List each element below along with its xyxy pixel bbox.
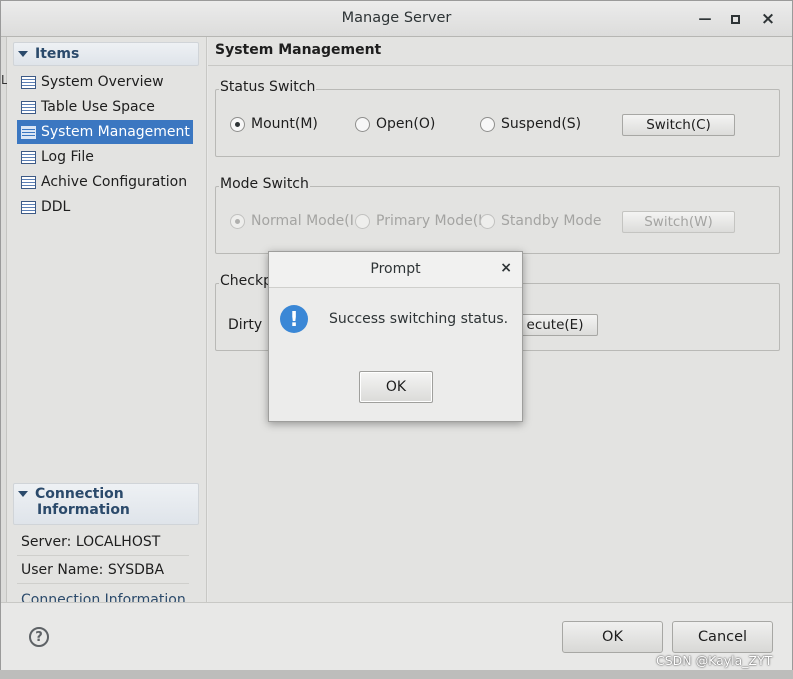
table-icon bbox=[21, 100, 36, 114]
title-divider bbox=[208, 65, 792, 66]
radio-label: Suspend(S) bbox=[501, 116, 582, 132]
radio-circle bbox=[355, 116, 370, 132]
prompt-ok-button[interactable]: OK bbox=[359, 371, 433, 403]
server-info: Server: LOCALHOST bbox=[17, 528, 189, 556]
status-switch-label: Status Switch bbox=[219, 79, 317, 95]
sidebar-item-ddl[interactable]: DDL bbox=[17, 195, 193, 219]
table-icon bbox=[21, 175, 36, 189]
collapse-triangle-icon bbox=[18, 491, 28, 497]
items-header-label: Items bbox=[35, 46, 80, 62]
close-button[interactable]: × bbox=[758, 9, 778, 29]
radio-label: Primary Mode(I bbox=[376, 213, 483, 229]
sidebar-item-log-file[interactable]: Log File bbox=[17, 145, 193, 169]
sidebar-item-system-management[interactable]: System Management bbox=[17, 120, 193, 144]
radio-standby-mode[interactable]: Standby Mode bbox=[480, 213, 601, 229]
sidebar-item-label: Table Use Space bbox=[41, 99, 155, 115]
sidebar-item-label: System Overview bbox=[41, 74, 164, 90]
table-icon bbox=[21, 200, 36, 214]
maximize-icon bbox=[730, 14, 740, 24]
status-switch-group: Status Switch Mount(M) Open(O) Suspend(S… bbox=[215, 79, 780, 157]
radio-mount[interactable]: Mount(M) bbox=[230, 116, 318, 132]
help-icon[interactable]: ? bbox=[29, 627, 49, 647]
user-name-info: User Name: SYSDBA bbox=[17, 556, 189, 584]
radio-primary-mode[interactable]: Primary Mode(I bbox=[355, 213, 482, 229]
sidebar-item-label: Log File bbox=[41, 149, 94, 165]
prompt-title-bar: Prompt × bbox=[269, 252, 522, 288]
items-section-header[interactable]: Items bbox=[13, 42, 199, 66]
radio-normal-mode[interactable]: Normal Mode(I bbox=[230, 213, 354, 229]
sidebar-item-achive-configuration[interactable]: Achive Configuration bbox=[17, 170, 193, 194]
radio-label: Mount(M) bbox=[251, 116, 318, 132]
maximize-button[interactable] bbox=[725, 9, 745, 29]
radio-label: Open(O) bbox=[376, 116, 436, 132]
radio-label: Standby Mode bbox=[501, 213, 602, 229]
table-icon bbox=[21, 75, 36, 89]
sidebar-item-table-use-space[interactable]: Table Use Space bbox=[17, 95, 193, 119]
sidebar-item-label: System Management bbox=[41, 124, 190, 140]
underlying-window-strip bbox=[0, 670, 793, 679]
connection-section-header[interactable]: Connection Information bbox=[13, 483, 199, 525]
sidebar: Items System Overview Table Use Space Sy… bbox=[7, 37, 207, 602]
prompt-message: Success switching status. bbox=[329, 311, 509, 327]
prompt-close-button[interactable]: × bbox=[500, 260, 512, 276]
radio-circle bbox=[230, 116, 245, 132]
sidebar-item-label: DDL bbox=[41, 199, 71, 215]
switch-status-button[interactable]: Switch(C) bbox=[622, 114, 735, 136]
radio-circle bbox=[230, 213, 245, 229]
minimize-button[interactable]: — bbox=[695, 9, 715, 29]
watermark: CSDN @Kayla_ZYT bbox=[656, 653, 773, 668]
title-bar: Manage Server — × bbox=[1, 1, 792, 37]
radio-circle bbox=[355, 213, 370, 229]
radio-circle bbox=[480, 116, 495, 132]
prompt-title: Prompt bbox=[370, 261, 421, 277]
radio-suspend[interactable]: Suspend(S) bbox=[480, 116, 581, 132]
collapse-triangle-icon bbox=[18, 51, 28, 57]
prompt-dialog: Prompt × ! Success switching status. OK bbox=[268, 251, 523, 422]
window-title: Manage Server bbox=[341, 10, 452, 26]
mode-switch-label: Mode Switch bbox=[219, 176, 310, 192]
execute-button[interactable]: ecute(E) bbox=[512, 314, 598, 336]
ok-button[interactable]: OK bbox=[562, 621, 663, 653]
sidebar-item-label: Achive Configuration bbox=[41, 174, 188, 190]
connection-information-item[interactable]: Connection Information bbox=[21, 592, 191, 602]
info-icon: ! bbox=[280, 305, 308, 333]
mode-switch-group: Mode Switch Normal Mode(I Primary Mode(I… bbox=[215, 176, 780, 254]
sidebar-item-system-overview[interactable]: System Overview bbox=[17, 70, 193, 94]
connection-header-label: Connection bbox=[35, 486, 124, 502]
radio-circle bbox=[480, 213, 495, 229]
radio-open[interactable]: Open(O) bbox=[355, 116, 435, 132]
cancel-button[interactable]: Cancel bbox=[672, 621, 773, 653]
table-icon bbox=[21, 150, 36, 164]
switch-mode-button[interactable]: Switch(W) bbox=[622, 211, 735, 233]
table-icon bbox=[21, 125, 36, 139]
connection-header-label-line2: Information bbox=[37, 502, 130, 518]
radio-label: Normal Mode(I bbox=[251, 213, 354, 229]
page-title: System Management bbox=[215, 42, 382, 58]
